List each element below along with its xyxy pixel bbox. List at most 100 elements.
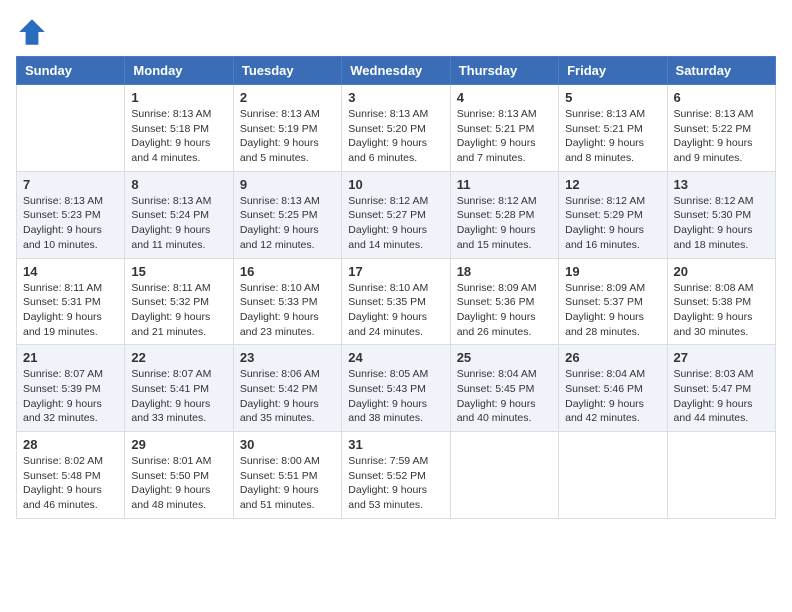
day-cell: 31 Sunrise: 7:59 AM Sunset: 5:52 PM Dayli… bbox=[342, 432, 450, 519]
day-number: 12 bbox=[565, 177, 660, 192]
day-info: Sunrise: 8:13 AM Sunset: 5:21 PM Dayligh… bbox=[457, 107, 552, 166]
day-info: Sunrise: 8:11 AM Sunset: 5:31 PM Dayligh… bbox=[23, 281, 118, 340]
day-cell: 29 Sunrise: 8:01 AM Sunset: 5:50 PM Dayli… bbox=[125, 432, 233, 519]
day-number: 3 bbox=[348, 90, 443, 105]
day-number: 17 bbox=[348, 264, 443, 279]
day-number: 8 bbox=[131, 177, 226, 192]
day-cell: 18 Sunrise: 8:09 AM Sunset: 5:36 PM Dayli… bbox=[450, 258, 558, 345]
day-cell bbox=[450, 432, 558, 519]
day-number: 16 bbox=[240, 264, 335, 279]
day-cell: 1 Sunrise: 8:13 AM Sunset: 5:18 PM Daylig… bbox=[125, 85, 233, 172]
day-info: Sunrise: 8:08 AM Sunset: 5:38 PM Dayligh… bbox=[674, 281, 769, 340]
day-number: 13 bbox=[674, 177, 769, 192]
day-info: Sunrise: 8:04 AM Sunset: 5:46 PM Dayligh… bbox=[565, 367, 660, 426]
page-header bbox=[16, 16, 776, 48]
day-info: Sunrise: 8:12 AM Sunset: 5:29 PM Dayligh… bbox=[565, 194, 660, 253]
day-number: 22 bbox=[131, 350, 226, 365]
column-header-wednesday: Wednesday bbox=[342, 57, 450, 85]
day-cell: 17 Sunrise: 8:10 AM Sunset: 5:35 PM Dayli… bbox=[342, 258, 450, 345]
day-cell: 14 Sunrise: 8:11 AM Sunset: 5:31 PM Dayli… bbox=[17, 258, 125, 345]
day-cell: 20 Sunrise: 8:08 AM Sunset: 5:38 PM Dayli… bbox=[667, 258, 775, 345]
day-number: 2 bbox=[240, 90, 335, 105]
logo bbox=[16, 16, 52, 48]
day-cell bbox=[667, 432, 775, 519]
day-cell: 30 Sunrise: 8:00 AM Sunset: 5:51 PM Dayli… bbox=[233, 432, 341, 519]
day-number: 10 bbox=[348, 177, 443, 192]
day-cell: 6Sunrise: 8:13 AM Sunset: 5:22 PM Daylig… bbox=[667, 85, 775, 172]
day-number: 31 bbox=[348, 437, 443, 452]
day-number: 27 bbox=[674, 350, 769, 365]
day-number: 14 bbox=[23, 264, 118, 279]
day-number: 18 bbox=[457, 264, 552, 279]
day-cell: 9 Sunrise: 8:13 AM Sunset: 5:25 PM Daylig… bbox=[233, 171, 341, 258]
day-info: Sunrise: 8:10 AM Sunset: 5:35 PM Dayligh… bbox=[348, 281, 443, 340]
day-cell: 15 Sunrise: 8:11 AM Sunset: 5:32 PM Dayli… bbox=[125, 258, 233, 345]
day-number: 15 bbox=[131, 264, 226, 279]
day-number: 1 bbox=[131, 90, 226, 105]
day-number: 23 bbox=[240, 350, 335, 365]
day-info: Sunrise: 7:59 AM Sunset: 5:52 PM Dayligh… bbox=[348, 454, 443, 513]
day-cell: 27 Sunrise: 8:03 AM Sunset: 5:47 PM Dayli… bbox=[667, 345, 775, 432]
day-number: 29 bbox=[131, 437, 226, 452]
day-info: Sunrise: 8:06 AM Sunset: 5:42 PM Dayligh… bbox=[240, 367, 335, 426]
day-cell: 3 Sunrise: 8:13 AM Sunset: 5:20 PM Daylig… bbox=[342, 85, 450, 172]
column-header-sunday: Sunday bbox=[17, 57, 125, 85]
day-info: Sunrise: 8:09 AM Sunset: 5:36 PM Dayligh… bbox=[457, 281, 552, 340]
day-info: Sunrise: 8:12 AM Sunset: 5:28 PM Dayligh… bbox=[457, 194, 552, 253]
day-number: 7 bbox=[23, 177, 118, 192]
day-cell: 24 Sunrise: 8:05 AM Sunset: 5:43 PM Dayli… bbox=[342, 345, 450, 432]
week-row-5: 28Sunrise: 8:02 AM Sunset: 5:48 PM Dayli… bbox=[17, 432, 776, 519]
day-info: Sunrise: 8:04 AM Sunset: 5:45 PM Dayligh… bbox=[457, 367, 552, 426]
day-cell: 28Sunrise: 8:02 AM Sunset: 5:48 PM Dayli… bbox=[17, 432, 125, 519]
day-cell: 25 Sunrise: 8:04 AM Sunset: 5:45 PM Dayli… bbox=[450, 345, 558, 432]
day-number: 6 bbox=[674, 90, 769, 105]
day-cell: 12 Sunrise: 8:12 AM Sunset: 5:29 PM Dayli… bbox=[559, 171, 667, 258]
day-info: Sunrise: 8:13 AM Sunset: 5:23 PM Dayligh… bbox=[23, 194, 118, 253]
day-info: Sunrise: 8:00 AM Sunset: 5:51 PM Dayligh… bbox=[240, 454, 335, 513]
day-info: Sunrise: 8:09 AM Sunset: 5:37 PM Dayligh… bbox=[565, 281, 660, 340]
day-info: Sunrise: 8:13 AM Sunset: 5:20 PM Dayligh… bbox=[348, 107, 443, 166]
day-number: 5 bbox=[565, 90, 660, 105]
day-cell: 22 Sunrise: 8:07 AM Sunset: 5:41 PM Dayli… bbox=[125, 345, 233, 432]
day-cell: 21 Sunrise: 8:07 AM Sunset: 5:39 PM Dayli… bbox=[17, 345, 125, 432]
day-cell: 7 Sunrise: 8:13 AM Sunset: 5:23 PM Daylig… bbox=[17, 171, 125, 258]
week-row-4: 21 Sunrise: 8:07 AM Sunset: 5:39 PM Dayli… bbox=[17, 345, 776, 432]
day-info: Sunrise: 8:01 AM Sunset: 5:50 PM Dayligh… bbox=[131, 454, 226, 513]
day-number: 21 bbox=[23, 350, 118, 365]
day-cell: 19Sunrise: 8:09 AM Sunset: 5:37 PM Dayli… bbox=[559, 258, 667, 345]
week-row-2: 7 Sunrise: 8:13 AM Sunset: 5:23 PM Daylig… bbox=[17, 171, 776, 258]
day-info: Sunrise: 8:13 AM Sunset: 5:25 PM Dayligh… bbox=[240, 194, 335, 253]
day-number: 30 bbox=[240, 437, 335, 452]
column-header-thursday: Thursday bbox=[450, 57, 558, 85]
day-info: Sunrise: 8:07 AM Sunset: 5:39 PM Dayligh… bbox=[23, 367, 118, 426]
day-info: Sunrise: 8:13 AM Sunset: 5:21 PM Dayligh… bbox=[565, 107, 660, 166]
day-cell: 26 Sunrise: 8:04 AM Sunset: 5:46 PM Dayli… bbox=[559, 345, 667, 432]
column-header-tuesday: Tuesday bbox=[233, 57, 341, 85]
column-header-saturday: Saturday bbox=[667, 57, 775, 85]
day-info: Sunrise: 8:12 AM Sunset: 5:30 PM Dayligh… bbox=[674, 194, 769, 253]
day-cell: 16 Sunrise: 8:10 AM Sunset: 5:33 PM Dayli… bbox=[233, 258, 341, 345]
day-number: 28 bbox=[23, 437, 118, 452]
day-number: 9 bbox=[240, 177, 335, 192]
week-row-1: 1 Sunrise: 8:13 AM Sunset: 5:18 PM Daylig… bbox=[17, 85, 776, 172]
calendar: SundayMondayTuesdayWednesdayThursdayFrid… bbox=[16, 56, 776, 519]
day-info: Sunrise: 8:11 AM Sunset: 5:32 PM Dayligh… bbox=[131, 281, 226, 340]
day-number: 25 bbox=[457, 350, 552, 365]
day-number: 24 bbox=[348, 350, 443, 365]
day-cell: 2 Sunrise: 8:13 AM Sunset: 5:19 PM Daylig… bbox=[233, 85, 341, 172]
day-number: 11 bbox=[457, 177, 552, 192]
week-row-3: 14 Sunrise: 8:11 AM Sunset: 5:31 PM Dayli… bbox=[17, 258, 776, 345]
day-info: Sunrise: 8:03 AM Sunset: 5:47 PM Dayligh… bbox=[674, 367, 769, 426]
day-number: 4 bbox=[457, 90, 552, 105]
day-cell bbox=[559, 432, 667, 519]
day-number: 20 bbox=[674, 264, 769, 279]
day-info: Sunrise: 8:13 AM Sunset: 5:18 PM Dayligh… bbox=[131, 107, 226, 166]
day-info: Sunrise: 8:13 AM Sunset: 5:19 PM Dayligh… bbox=[240, 107, 335, 166]
day-number: 26 bbox=[565, 350, 660, 365]
day-info: Sunrise: 8:10 AM Sunset: 5:33 PM Dayligh… bbox=[240, 281, 335, 340]
day-cell: 11 Sunrise: 8:12 AM Sunset: 5:28 PM Dayli… bbox=[450, 171, 558, 258]
day-info: Sunrise: 8:05 AM Sunset: 5:43 PM Dayligh… bbox=[348, 367, 443, 426]
day-cell bbox=[17, 85, 125, 172]
day-info: Sunrise: 8:12 AM Sunset: 5:27 PM Dayligh… bbox=[348, 194, 443, 253]
day-info: Sunrise: 8:07 AM Sunset: 5:41 PM Dayligh… bbox=[131, 367, 226, 426]
